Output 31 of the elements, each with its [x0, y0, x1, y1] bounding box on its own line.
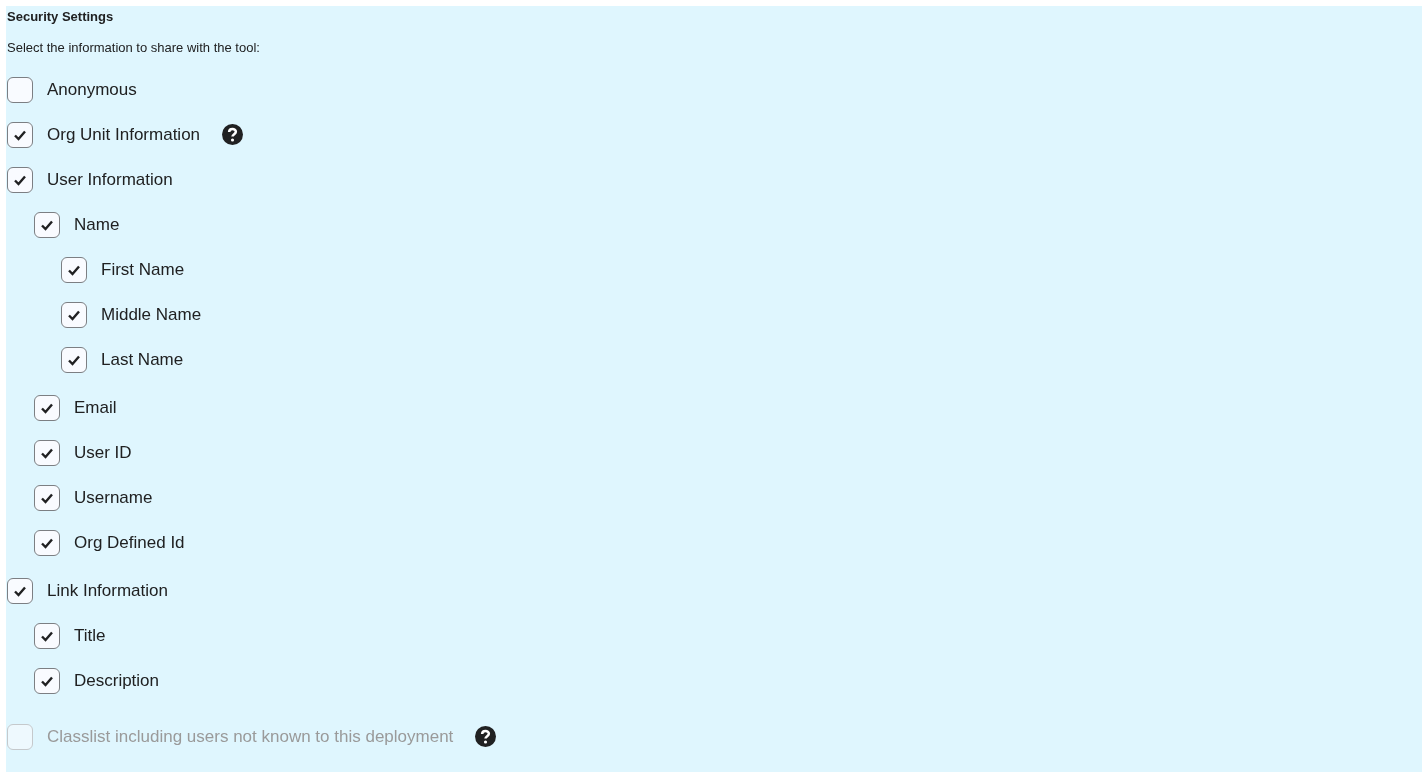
- checkbox-label[interactable]: User Information: [47, 169, 173, 190]
- checkbox[interactable]: [34, 622, 60, 649]
- checkbox-label[interactable]: First Name: [101, 259, 185, 280]
- checkbox[interactable]: [7, 121, 33, 148]
- instruction-text: Select the information to share with the tool:: [7, 39, 261, 57]
- checkbox[interactable]: [34, 667, 60, 694]
- checkbox-label[interactable]: Org Unit Information: [47, 124, 201, 145]
- section-title: Security Settings: [7, 9, 115, 26]
- checkbox[interactable]: [34, 484, 60, 511]
- checkbox[interactable]: [7, 76, 33, 103]
- checkbox[interactable]: [34, 439, 60, 466]
- checkbox-label[interactable]: Title: [74, 625, 106, 646]
- checkbox[interactable]: [34, 394, 60, 421]
- checkbox-label[interactable]: Name: [74, 214, 120, 235]
- checkbox[interactable]: [61, 301, 87, 328]
- checkbox-label[interactable]: Username: [74, 487, 153, 508]
- checkbox-label[interactable]: User ID: [74, 442, 132, 463]
- checkbox[interactable]: [34, 529, 60, 556]
- checkbox-label[interactable]: Email: [74, 397, 117, 418]
- checkbox[interactable]: [34, 211, 60, 238]
- checkbox-label[interactable]: Description: [74, 670, 160, 691]
- checkbox-label[interactable]: Org Defined Id: [74, 532, 185, 553]
- checkbox[interactable]: [7, 577, 33, 604]
- help-icon[interactable]: [222, 124, 244, 145]
- checkbox-label[interactable]: Middle Name: [101, 304, 202, 325]
- checkbox[interactable]: [7, 166, 33, 193]
- checkbox-label[interactable]: Anonymous: [47, 79, 137, 100]
- checkbox-label[interactable]: Link Information: [47, 580, 168, 601]
- checkbox-label[interactable]: Last Name: [101, 349, 184, 370]
- checkbox[interactable]: [61, 346, 87, 373]
- checkbox[interactable]: [61, 256, 87, 283]
